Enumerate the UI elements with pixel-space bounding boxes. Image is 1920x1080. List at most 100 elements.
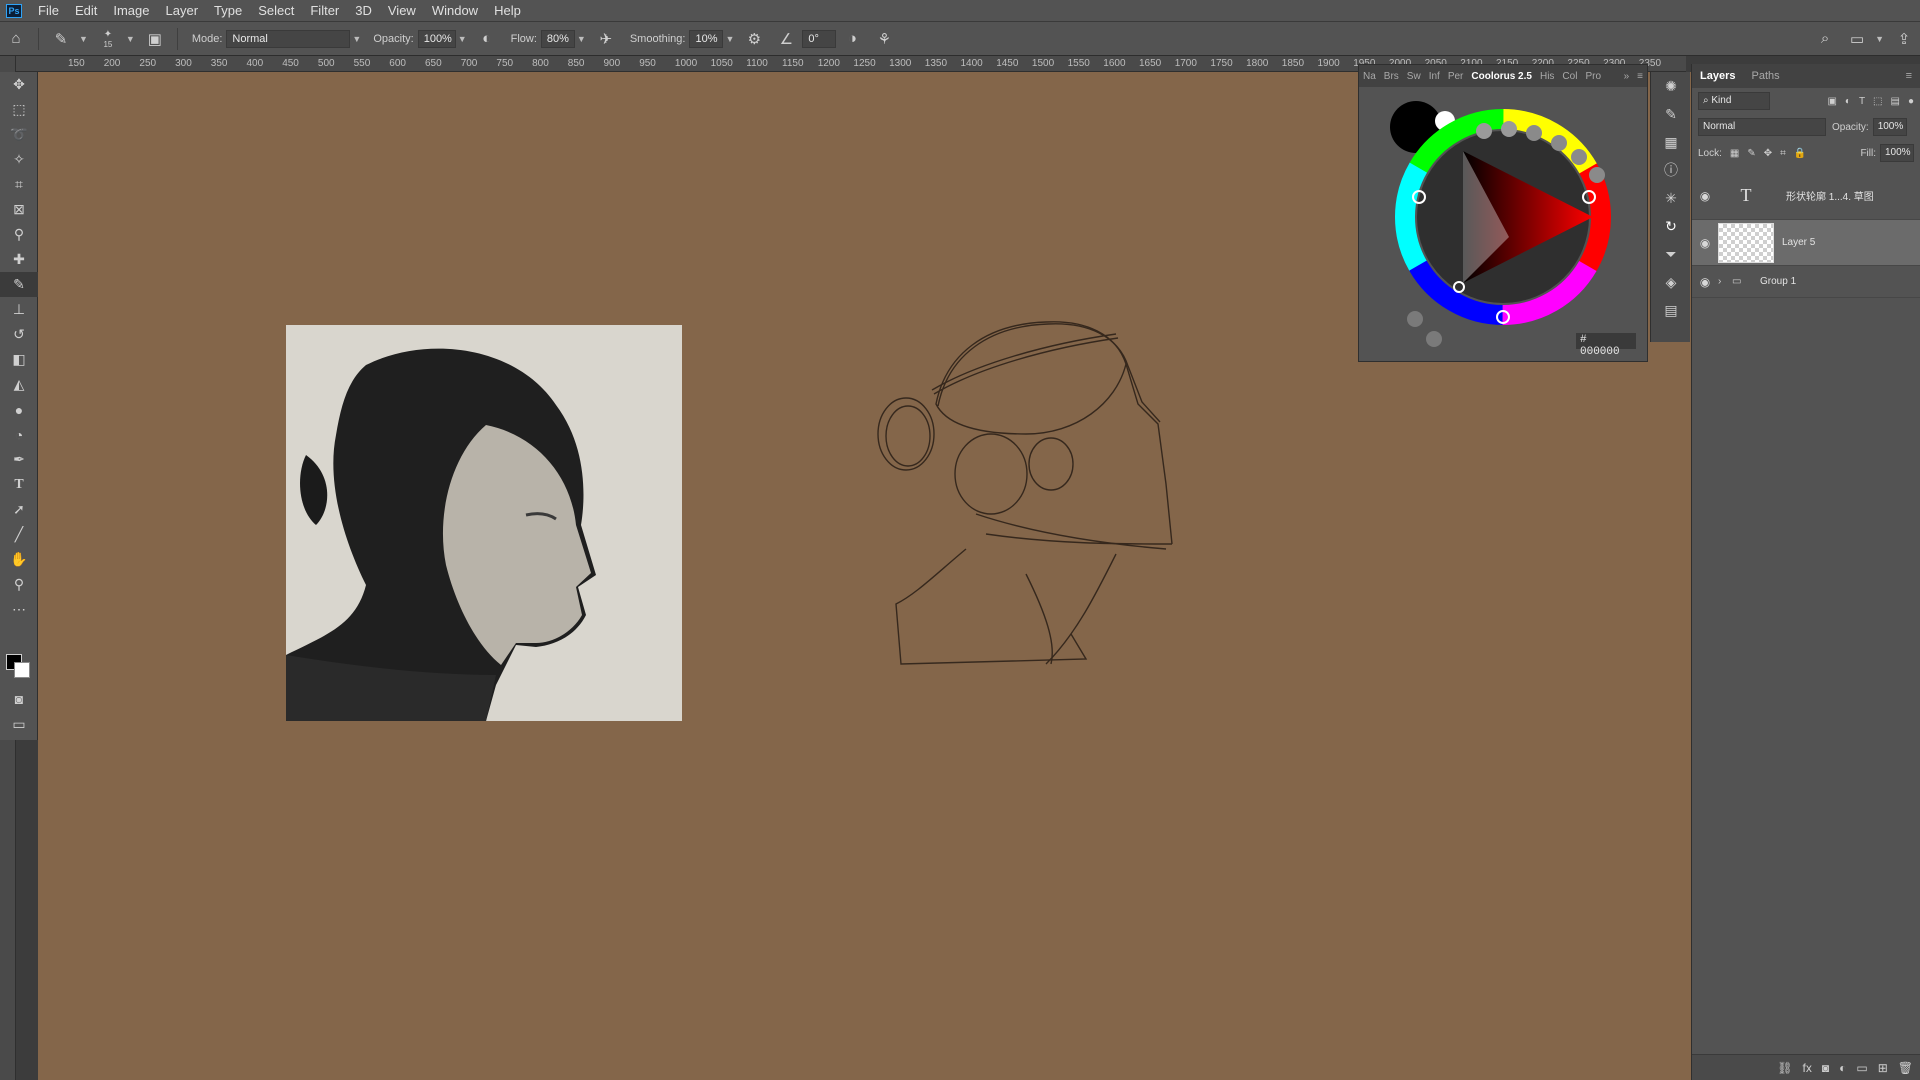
hand-icon[interactable]: ✋ <box>0 547 38 572</box>
panel-menu-icon[interactable]: ≡ <box>1633 71 1647 82</box>
menu-select[interactable]: Select <box>250 0 302 21</box>
mode-icon[interactable] <box>1526 125 1542 141</box>
menu-file[interactable]: File <box>30 0 67 21</box>
expand-panel-icon[interactable]: » <box>1620 71 1634 82</box>
swap-icon[interactable] <box>1407 311 1423 327</box>
tab-swatches[interactable]: Sw <box>1403 71 1425 82</box>
menu-view[interactable]: View <box>380 0 424 21</box>
menu-help[interactable]: Help <box>486 0 529 21</box>
filter-toggle-icon[interactable]: ● <box>1908 96 1914 107</box>
info-icon[interactable]: ⓘ <box>1651 156 1691 184</box>
layer-row-text[interactable]: ◉ T 形状轮廓 1...4. 草图 <box>1692 172 1920 220</box>
menu-window[interactable]: Window <box>424 0 486 21</box>
menu-layer[interactable]: Layer <box>158 0 207 21</box>
workspace-icon[interactable]: ▭ <box>1845 27 1869 51</box>
hex-field[interactable]: # 000000 <box>1576 333 1636 358</box>
flow-field[interactable]: 80% <box>540 29 575 48</box>
lasso-icon[interactable]: ➰ <box>0 122 38 147</box>
adjustment-filter-icon[interactable]: ◐ <box>1845 96 1851 107</box>
symmetry-icon[interactable]: ⚘ <box>872 27 896 51</box>
brush-icon[interactable]: ✎ <box>0 272 38 297</box>
quick-mask-icon[interactable]: ◙ <box>0 686 38 711</box>
trash-icon[interactable]: 🗑 <box>1898 1061 1913 1075</box>
lock-position-icon[interactable]: ✥ <box>1764 148 1772 159</box>
blur-icon[interactable]: ● <box>0 397 38 422</box>
chevron-down-icon[interactable]: ▼ <box>1875 34 1884 44</box>
more-icon[interactable]: ⋯ <box>0 597 38 622</box>
mode-icon[interactable] <box>1589 167 1605 183</box>
link-icon[interactable]: ⛓ <box>1777 1061 1792 1075</box>
tab-color[interactable]: Col <box>1558 71 1581 82</box>
adjustment-icon[interactable]: ◐ <box>1839 1061 1846 1075</box>
blend-mode-select[interactable]: Normal <box>1698 118 1826 136</box>
shape-filter-icon[interactable]: ⬚ <box>1873 96 1882 107</box>
eye-icon[interactable]: ◉ <box>1692 275 1718 289</box>
color-icon[interactable]: ◈ <box>1651 268 1691 296</box>
fill-field[interactable]: 100% <box>1880 144 1914 162</box>
mode-icon[interactable] <box>1476 123 1492 139</box>
mode-icon[interactable] <box>1571 149 1587 165</box>
new-layer-icon[interactable]: ⊞ <box>1878 1061 1888 1075</box>
navigator-icon[interactable]: ✺ <box>1651 72 1691 100</box>
lock-artboard-icon[interactable]: ⌗ <box>1780 148 1786 159</box>
menu-image[interactable]: Image <box>105 0 157 21</box>
airbrush-icon[interactable]: ✈ <box>594 27 618 51</box>
chevron-down-icon[interactable]: ▼ <box>725 34 734 44</box>
pressure-size-icon[interactable]: ◑ <box>840 27 864 51</box>
chevron-right-icon[interactable]: › <box>1718 276 1732 287</box>
tab-info[interactable]: Inf <box>1425 71 1444 82</box>
smoothing-field[interactable]: 10% <box>689 29 724 48</box>
type-filter-icon[interactable]: T <box>1859 96 1865 107</box>
tab-paths[interactable]: Paths <box>1743 70 1787 82</box>
chevron-down-icon[interactable]: ▼ <box>352 34 361 44</box>
magic-wand-icon[interactable]: ✧ <box>0 147 38 172</box>
mode-icon[interactable] <box>1501 121 1517 137</box>
share-icon[interactable]: ⇪ <box>1892 27 1916 51</box>
healing-icon[interactable]: ✚ <box>0 247 38 272</box>
move-icon[interactable]: ✥ <box>0 72 38 97</box>
bucket-icon[interactable]: ◭ <box>0 372 38 397</box>
pen-icon[interactable]: ✒ <box>0 447 38 472</box>
tab-history[interactable]: His <box>1536 71 1558 82</box>
new-group-icon[interactable]: ▭ <box>1856 1061 1867 1075</box>
mode-select[interactable]: Normal <box>226 29 351 48</box>
reset-icon[interactable] <box>1426 331 1442 347</box>
background-color-swatch[interactable] <box>14 662 30 678</box>
chevron-down-icon[interactable]: ▼ <box>458 34 467 44</box>
lock-all-icon[interactable]: 🔒 <box>1794 148 1806 159</box>
menu-edit[interactable]: Edit <box>67 0 105 21</box>
chevron-down-icon[interactable]: ▼ <box>79 34 88 44</box>
tab-brushes[interactable]: Brs <box>1380 71 1403 82</box>
line-icon[interactable]: ╱ <box>0 522 38 547</box>
menu-type[interactable]: Type <box>206 0 250 21</box>
eye-icon[interactable]: ◉ <box>1692 236 1718 250</box>
zoom-icon[interactable]: ⚲ <box>0 572 38 597</box>
menu-3d[interactable]: 3D <box>347 0 380 21</box>
brush-settings-icon[interactable]: ▣ <box>143 27 167 51</box>
brushes-icon[interactable]: ✎ <box>1651 100 1691 128</box>
dodge-icon[interactable]: ◔ <box>0 422 38 447</box>
eye-icon[interactable]: ◉ <box>1692 189 1718 203</box>
properties-icon[interactable]: ▤ <box>1651 296 1691 324</box>
layer-row-layer5[interactable]: ◉ Layer 5 <box>1692 220 1920 266</box>
lock-transparency-icon[interactable]: ▦ <box>1730 148 1739 159</box>
chevron-down-icon[interactable]: ▼ <box>577 34 586 44</box>
gear-icon[interactable]: ⚙ <box>742 27 766 51</box>
smart-object-filter-icon[interactable]: ▤ <box>1891 96 1900 107</box>
tab-coolorus[interactable]: Coolorus 2.5 <box>1467 71 1536 82</box>
layer-filter-select[interactable]: ⌕ Kind <box>1698 92 1770 110</box>
chevron-down-icon[interactable]: ▼ <box>126 34 135 44</box>
stamp-icon[interactable]: ⊥ <box>0 297 38 322</box>
type-icon[interactable]: T <box>0 472 38 497</box>
tab-perspective[interactable]: Per <box>1444 71 1468 82</box>
path-select-icon[interactable]: ➚ <box>0 497 38 522</box>
lock-paint-icon[interactable]: ✎ <box>1747 148 1755 159</box>
layer-row-group[interactable]: ◉ › ▭ Group 1 <box>1692 266 1920 298</box>
colour-wheel-area[interactable] <box>1359 87 1649 363</box>
coolorus-icon[interactable]: ↻ <box>1651 212 1691 240</box>
eyedropper-icon[interactable]: ⚲ <box>0 222 38 247</box>
brush-preset-icon[interactable]: ✎ <box>49 27 73 51</box>
frame-icon[interactable]: ⊠ <box>0 197 38 222</box>
screen-mode-icon[interactable]: ▭ <box>0 712 38 737</box>
photoshop-logo[interactable]: Ps <box>6 3 22 18</box>
